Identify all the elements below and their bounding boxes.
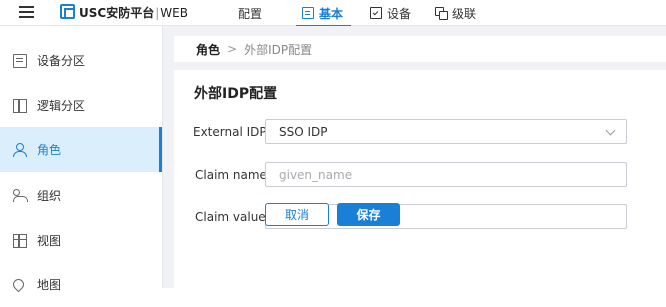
sidebar-item-label: 视图	[37, 234, 62, 248]
external-idp-value: SSO IDP	[279, 124, 328, 139]
external-idp-select[interactable]: SSO IDP	[265, 119, 627, 144]
sidebar-item-logic-zone[interactable]: 逻辑分区	[0, 83, 162, 128]
claim-name-label: Claim name	[195, 168, 267, 182]
claim-name-input[interactable]	[265, 162, 627, 187]
grid-view-icon	[13, 233, 27, 248]
sidebar-item-view[interactable]: 视图	[0, 218, 162, 263]
list-icon	[13, 53, 27, 68]
sidebar-item-map[interactable]: 地图	[0, 262, 162, 307]
page-title: 外部IDP配置	[194, 86, 278, 102]
nav-tab-device[interactable]: 设备	[370, 2, 411, 24]
breadcrumb-link[interactable]: 外部IDP配置	[244, 41, 312, 58]
breadcrumb-separator: >	[227, 42, 238, 56]
nav-tab-label: 级联	[452, 6, 477, 21]
logo-icon	[60, 4, 75, 19]
cancel-button[interactable]: 取消	[265, 203, 329, 226]
nav-tab-config[interactable]: 配置	[238, 2, 262, 24]
config-panel: 外部IDP配置 External IDP SSO IDP Claim name …	[174, 70, 666, 288]
claim-value-label: Claim value	[195, 210, 266, 224]
menu-icon[interactable]	[19, 5, 34, 18]
chevron-down-icon	[605, 125, 616, 136]
sidebar-item-label: 逻辑分区	[37, 99, 86, 113]
org-users-icon	[13, 188, 28, 203]
brand-title: USC安防平台|WEB	[79, 4, 188, 21]
external-idp-label: External IDP	[193, 125, 267, 139]
top-bar: USC安防平台|WEB 配置 基本 设备 级联	[0, 0, 666, 27]
split-panel-icon	[13, 98, 27, 113]
breadcrumb: 角色 > 外部IDP配置	[174, 36, 666, 62]
breadcrumb-current: 角色	[196, 42, 221, 57]
sidebar-item-device-zone[interactable]: 设备分区	[0, 38, 162, 83]
sidebar-item-label: 设备分区	[37, 54, 86, 68]
save-button[interactable]: 保存	[337, 203, 400, 226]
brand-separator: |	[155, 6, 160, 20]
sidebar-item-org[interactable]: 组织	[0, 173, 162, 218]
document-icon	[302, 7, 314, 19]
main-content: 角色 > 外部IDP配置 外部IDP配置 External IDP SSO ID…	[163, 26, 666, 288]
nav-tab-label: 配置	[238, 6, 263, 21]
nav-tab-cascade[interactable]: 级联	[435, 2, 476, 24]
nav-tab-label: 基本	[319, 6, 344, 21]
map-pin-icon	[10, 276, 27, 293]
sidebar-item-label: 地图	[37, 278, 62, 292]
user-icon	[13, 142, 27, 157]
nav-tab-label: 设备	[387, 6, 412, 21]
sidebar: 设备分区 逻辑分区 角色 组织 视图 地图	[0, 26, 163, 293]
brand-name: USC安防平台	[79, 6, 155, 20]
device-check-icon	[370, 7, 382, 19]
nav-tab-basic[interactable]: 基本	[295, 2, 352, 27]
cascade-icon	[435, 7, 448, 20]
brand-suffix: WEB	[160, 6, 188, 20]
sidebar-item-label: 角色	[37, 143, 62, 157]
sidebar-item-label: 组织	[37, 189, 62, 203]
sidebar-item-role[interactable]: 角色	[0, 127, 162, 172]
